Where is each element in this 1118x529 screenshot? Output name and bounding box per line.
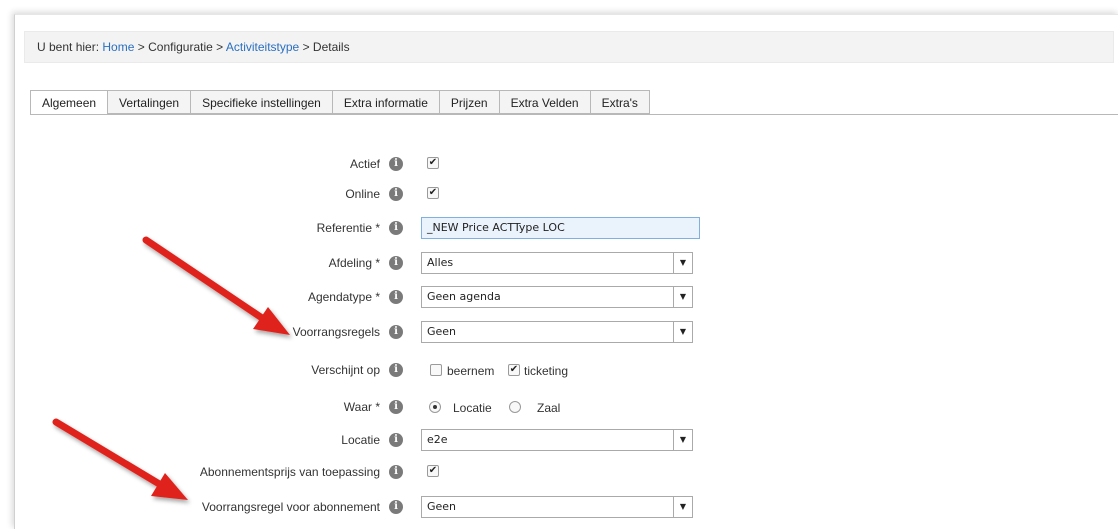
locatie-select[interactable]: e2e ▼: [421, 429, 693, 451]
info-icon[interactable]: i: [389, 400, 403, 414]
agendatype-select[interactable]: Geen agenda ▼: [421, 286, 693, 308]
tab-prijzen[interactable]: Prijzen: [439, 90, 500, 114]
tab-divider: [30, 114, 1118, 115]
online-checkbox[interactable]: ✔: [427, 187, 439, 199]
tab-bar: Algemeen Vertalingen Specifieke instelli…: [30, 90, 650, 115]
referentie-label: Referentie *: [316, 221, 380, 235]
breadcrumb-separator: >: [302, 40, 310, 54]
voorrangsregel-abonnement-select[interactable]: Geen ▼: [421, 496, 693, 518]
info-icon[interactable]: i: [389, 157, 403, 171]
form-row-afdeling: Afdeling * i Alles ▼: [0, 251, 1118, 275]
actief-label: Actief: [349, 157, 380, 171]
waar-label: Waar *: [343, 400, 380, 414]
afdeling-select-value: Alles: [427, 256, 454, 269]
voorrangsregel-abonnement-select-value: Geen: [427, 500, 457, 513]
tab-extra-velden[interactable]: Extra Velden: [499, 90, 591, 114]
breadcrumb-current: Details: [312, 40, 350, 54]
breadcrumb-separator: >: [216, 40, 224, 54]
referentie-input[interactable]: _NEW Price ACTType LOC: [421, 217, 700, 239]
zaal-radio-label: Zaal: [537, 401, 561, 415]
abonnementsprijs-label: Abonnementsprijs van toepassing: [199, 465, 380, 479]
form-row-voorrangsregels: Voorrangsregels i Geen ▼: [0, 320, 1118, 344]
actief-checkbox[interactable]: ✔: [427, 157, 439, 169]
info-icon[interactable]: i: [389, 433, 403, 447]
beernem-checkbox[interactable]: [430, 364, 442, 376]
breadcrumb-configuratie: Configuratie: [148, 40, 213, 54]
online-label: Online: [345, 187, 380, 201]
tab-specifieke-instellingen[interactable]: Specifieke instellingen: [191, 90, 333, 114]
form-row-locatie: Locatie i e2e ▼: [0, 428, 1118, 452]
voorrangsregels-select-value: Geen: [427, 325, 457, 338]
tab-extras[interactable]: Extra's: [590, 90, 650, 114]
form-row-waar: Waar * i Locatie Zaal: [0, 395, 1118, 419]
afdeling-select[interactable]: Alles ▼: [421, 252, 693, 274]
info-icon[interactable]: i: [389, 256, 403, 270]
chevron-down-icon[interactable]: ▼: [673, 287, 692, 307]
locatie-radio-label: Locatie: [453, 401, 492, 415]
breadcrumb-home-link[interactable]: Home: [102, 40, 134, 54]
form-row-online: Online i ✔: [0, 182, 1118, 206]
form-row-referentie: Referentie * i _NEW Price ACTType LOC: [0, 216, 1118, 240]
info-icon[interactable]: i: [389, 363, 403, 377]
form-row-voorrangsregel-abonnement: Voorrangsregel voor abonnement i Geen ▼: [0, 495, 1118, 519]
locatie-select-value: e2e: [427, 433, 448, 446]
info-icon[interactable]: i: [389, 325, 403, 339]
chevron-down-icon[interactable]: ▼: [673, 497, 692, 517]
verschijnt-op-label: Verschijnt op: [311, 363, 380, 377]
afdeling-label: Afdeling *: [328, 256, 380, 270]
locatie-label: Locatie: [341, 433, 380, 447]
info-icon[interactable]: i: [389, 187, 403, 201]
agendatype-select-value: Geen agenda: [427, 290, 501, 303]
info-icon[interactable]: i: [389, 290, 403, 304]
ticketing-label: ticketing: [524, 364, 569, 378]
form-row-verschijnt-op: Verschijnt op i beernem ✔ ticketing: [0, 358, 1118, 382]
form-row-actief: Actief i ✔: [0, 152, 1118, 176]
voorrangsregels-select[interactable]: Geen ▼: [421, 321, 693, 343]
breadcrumb-prefix: U bent hier:: [37, 40, 100, 54]
locatie-radio[interactable]: [429, 401, 441, 413]
form-row-agendatype: Agendatype * i Geen agenda ▼: [0, 285, 1118, 309]
tab-vertalingen[interactable]: Vertalingen: [108, 90, 192, 114]
voorrangsregels-label: Voorrangsregels: [292, 325, 380, 339]
ticketing-checkbox[interactable]: ✔: [508, 364, 520, 376]
info-icon[interactable]: i: [389, 465, 403, 479]
beernem-label: beernem: [447, 364, 495, 378]
form-row-abonnementsprijs: Abonnementsprijs van toepassing i ✔: [0, 460, 1118, 484]
chevron-down-icon[interactable]: ▼: [673, 253, 692, 273]
tab-extra-informatie[interactable]: Extra informatie: [332, 90, 440, 114]
breadcrumb: U bent hier: Home > Configuratie > Activ…: [24, 31, 1114, 63]
abonnementsprijs-checkbox[interactable]: ✔: [427, 465, 439, 477]
breadcrumb-separator: >: [137, 40, 145, 54]
info-icon[interactable]: i: [389, 221, 403, 235]
tab-algemeen[interactable]: Algemeen: [30, 90, 109, 115]
zaal-radio[interactable]: [509, 401, 521, 413]
info-icon[interactable]: i: [389, 500, 403, 514]
voorrangsregel-abonnement-label: Voorrangsregel voor abonnement: [201, 500, 380, 514]
breadcrumb-activiteitstype-link[interactable]: Activiteitstype: [226, 40, 299, 54]
agendatype-label: Agendatype *: [307, 290, 380, 304]
chevron-down-icon[interactable]: ▼: [673, 430, 692, 450]
chevron-down-icon[interactable]: ▼: [673, 322, 692, 342]
